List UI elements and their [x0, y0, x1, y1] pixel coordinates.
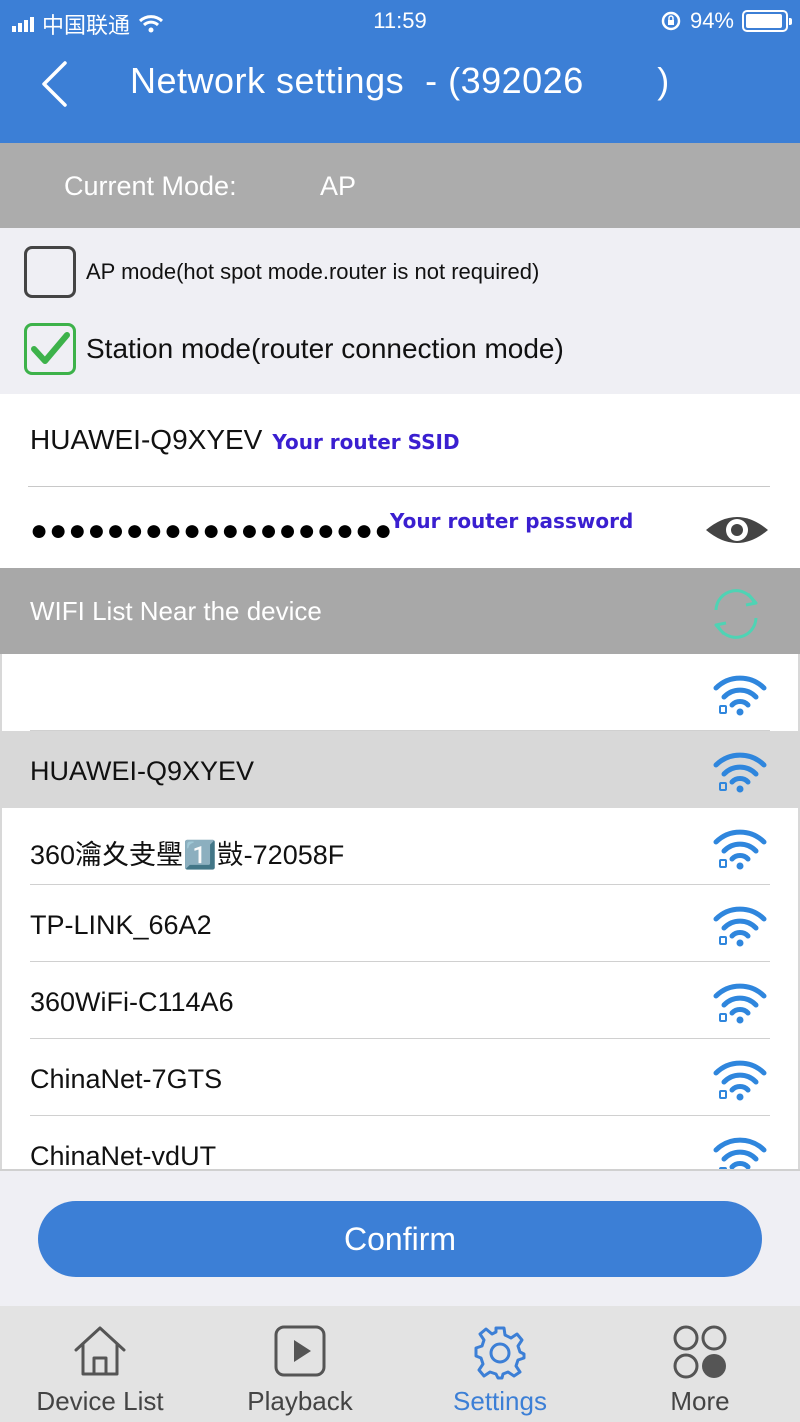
wifi-row[interactable]	[2, 654, 798, 731]
eye-icon[interactable]	[704, 510, 770, 550]
rotation-lock-icon	[661, 11, 681, 31]
more-icon	[673, 1325, 727, 1379]
wifi-signal-icon	[713, 829, 767, 870]
tab-label: Playback	[247, 1386, 353, 1416]
tab-device-list[interactable]: Device List	[0, 1306, 200, 1422]
page-title: Network settings - (392026 )	[130, 60, 670, 101]
checkmark-icon	[31, 332, 70, 364]
wifi-signal-icon	[713, 1060, 767, 1101]
wifi-signal-icon	[713, 906, 767, 947]
password-hint: Your router password	[390, 509, 634, 533]
battery-percent: 94%	[689, 8, 734, 33]
wifi-signal-icon	[713, 1137, 767, 1169]
home-icon	[74, 1326, 126, 1376]
wifi-row[interactable]: 360瀹夊叏璺1️⃣敱-72058F	[2, 808, 798, 885]
wifi-row[interactable]: ChinaNet-7GTS	[2, 1039, 798, 1116]
wifi-row[interactable]: HUAWEI-Q9XYEV	[2, 731, 798, 808]
ap-mode-label: AP mode(hot spot mode.router is not requ…	[86, 259, 540, 284]
wifi-name: 360瀹夊叏璺1️⃣敱-72058F	[30, 840, 345, 870]
tab-bar: Device List Playback Settings More	[0, 1306, 800, 1422]
refresh-icon[interactable]	[706, 584, 766, 644]
battery-icon	[742, 10, 792, 32]
play-icon	[274, 1325, 326, 1377]
tab-playback[interactable]: Playback	[200, 1306, 400, 1422]
current-mode-label: Current Mode:	[64, 171, 237, 201]
wifi-row[interactable]: 360WiFi-C114A6	[2, 962, 798, 1039]
ap-mode-option[interactable]: AP mode(hot spot mode.router is not requ…	[24, 246, 539, 298]
wifi-signal-icon	[713, 752, 767, 793]
wifi-name: ChinaNet-7GTS	[30, 1064, 223, 1094]
wifi-list[interactable]: HUAWEI-Q9XYEV 360瀹夊叏璺1️⃣敱-72058F TP-LINK…	[0, 654, 800, 1169]
wifi-name: ChinaNet-vdUT	[30, 1141, 217, 1169]
ssid-input[interactable]: HUAWEI-Q9XYEV	[30, 424, 262, 456]
tab-settings[interactable]: Settings	[400, 1306, 600, 1422]
station-mode-option[interactable]: Station mode(router connection mode)	[24, 323, 564, 375]
wifi-row[interactable]: ChinaNet-vdUT	[2, 1116, 798, 1169]
current-mode-bar: Current Mode: AP	[0, 143, 800, 228]
mode-options: AP mode(hot spot mode.router is not requ…	[0, 228, 800, 394]
wifi-list-title: WIFI List Near the device	[30, 596, 322, 626]
wifi-name: HUAWEI-Q9XYEV	[30, 756, 255, 786]
status-bar: 中国联通 11:59 94%	[0, 0, 800, 40]
tab-label: Settings	[453, 1386, 547, 1416]
station-mode-checkbox[interactable]	[24, 323, 76, 375]
app-header: 中国联通 11:59 94% Network settings - (39202…	[0, 0, 800, 143]
router-credentials: HUAWEI-Q9XYEV Your router SSID ●●●●●●●●●…	[0, 394, 800, 568]
nav-bar: Network settings - (392026 )	[0, 48, 800, 118]
confirm-area: Confirm	[0, 1169, 800, 1306]
confirm-button[interactable]: Confirm	[38, 1201, 762, 1277]
current-mode-value: AP	[320, 171, 357, 201]
wifi-row[interactable]: TP-LINK_66A2	[2, 885, 798, 962]
ssid-divider	[28, 486, 770, 487]
station-mode-label: Station mode(router connection mode)	[86, 333, 564, 364]
password-field[interactable]: ●●●●●●●●●●●●●●●●●●● Your router password	[30, 504, 770, 560]
wifi-name: TP-LINK_66A2	[30, 910, 212, 940]
back-button[interactable]	[26, 54, 82, 114]
password-input[interactable]: ●●●●●●●●●●●●●●●●●●●	[30, 514, 393, 548]
wifi-signal-icon	[713, 675, 767, 716]
wifi-name: 360WiFi-C114A6	[30, 987, 234, 1017]
chevron-left-icon	[42, 61, 67, 107]
tab-label: Device List	[36, 1386, 164, 1416]
ssid-field[interactable]: HUAWEI-Q9XYEV Your router SSID	[30, 424, 460, 456]
gear-icon	[474, 1326, 526, 1380]
tab-label: More	[670, 1386, 730, 1416]
wifi-list-header: WIFI List Near the device	[0, 568, 800, 654]
ap-mode-checkbox[interactable]	[24, 246, 76, 298]
tab-more[interactable]: More	[600, 1306, 800, 1422]
ssid-hint: Your router SSID	[272, 430, 460, 454]
wifi-signal-icon	[713, 983, 767, 1024]
